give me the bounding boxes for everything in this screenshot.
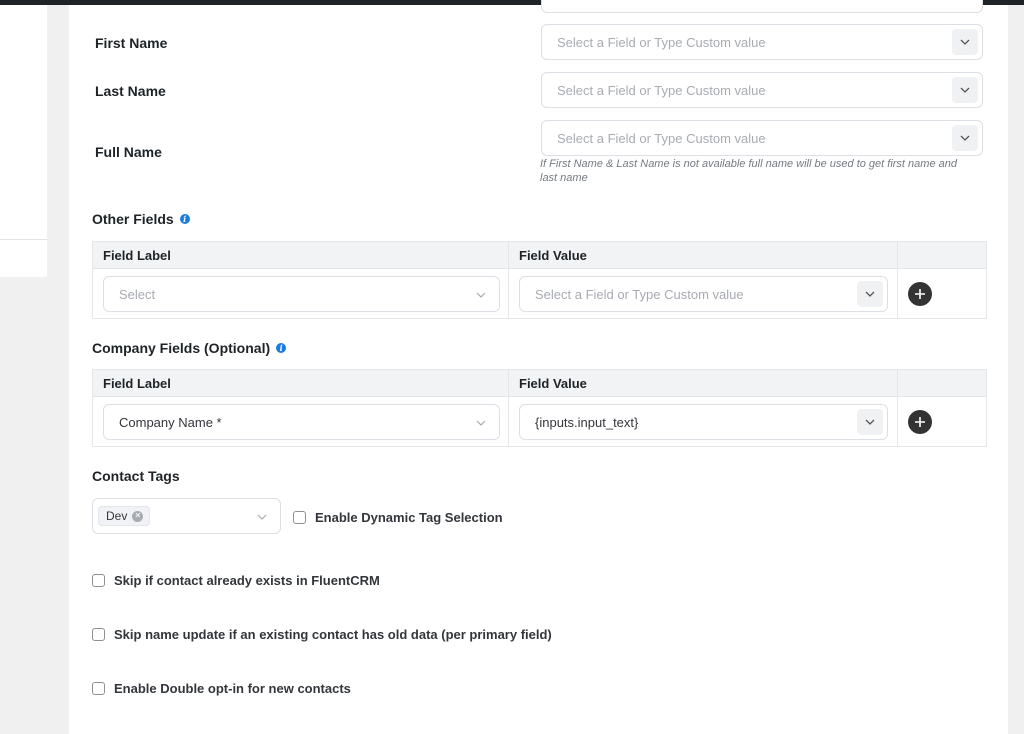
chevron-down-icon (475, 417, 487, 429)
dynamic-tag-label: Enable Dynamic Tag Selection (315, 510, 503, 525)
full-name-placeholder: Select a Field or Type Custom value (557, 130, 766, 146)
label-cell: Select (92, 268, 509, 319)
last-name-label: Last Name (95, 83, 166, 99)
col-field-value: Field Value (508, 241, 898, 269)
company-field-label-value: Company Name * (119, 414, 222, 430)
full-name-select[interactable]: Select a Field or Type Custom value (541, 120, 983, 156)
help-line-1: If First Name & Last Name is not availab… (540, 158, 957, 170)
divider (0, 239, 47, 240)
chevron-down-icon (256, 511, 268, 523)
value-cell: {inputs.input_text} (508, 396, 898, 447)
action-cell (897, 268, 987, 319)
table-row: Company Name * {inputs.input_text} (92, 396, 987, 447)
company-fields-title: Company Fields (Optional) i (92, 340, 287, 356)
other-field-value-placeholder: Select a Field or Type Custom value (535, 286, 744, 302)
skip-existing-checkbox[interactable] (92, 574, 105, 587)
last-name-select[interactable]: Select a Field or Type Custom value (541, 72, 983, 108)
tag-chip-label: Dev (106, 509, 128, 523)
company-field-value-select[interactable]: {inputs.input_text} (519, 404, 888, 440)
plus-circle-icon[interactable] (908, 410, 932, 434)
other-field-label-select[interactable]: Select (103, 276, 500, 312)
full-name-help: If First Name & Last Name is not availab… (540, 157, 990, 185)
contact-tags-title: Contact Tags (92, 468, 180, 484)
double-optin-label: Enable Double opt-in for new contacts (114, 681, 351, 696)
skip-name-update-label: Skip name update if an existing contact … (114, 627, 552, 642)
first-name-label: First Name (95, 35, 168, 51)
table-header: Field Label Field Value (92, 369, 987, 397)
first-name-select[interactable]: Select a Field or Type Custom value (541, 24, 983, 60)
action-cell (897, 396, 987, 447)
side-panel (0, 5, 47, 277)
skip-name-update-checkbox[interactable] (92, 628, 105, 641)
col-field-value: Field Value (508, 369, 898, 397)
col-field-label: Field Label (92, 369, 509, 397)
previous-field-select[interactable] (541, 0, 983, 13)
tag-chip: Dev ✕ (98, 506, 151, 526)
skip-existing-label: Skip if contact already exists in Fluent… (114, 573, 380, 588)
table-header: Field Label Field Value (92, 241, 987, 269)
other-fields-title-text: Other Fields (92, 211, 174, 227)
skip-name-update-option[interactable]: Skip name update if an existing contact … (92, 627, 552, 642)
chevron-down-icon[interactable] (952, 29, 978, 55)
company-field-value-text: {inputs.input_text} (535, 414, 639, 430)
company-field-label-select[interactable]: Company Name * (103, 404, 500, 440)
other-field-value-select[interactable]: Select a Field or Type Custom value (519, 276, 888, 312)
other-fields-title: Other Fields i (92, 211, 190, 227)
info-icon[interactable]: i (179, 214, 190, 224)
main-panel: First Name Select a Field or Type Custom… (69, 0, 1008, 734)
skip-existing-option[interactable]: Skip if contact already exists in Fluent… (92, 573, 380, 588)
last-name-placeholder: Select a Field or Type Custom value (557, 82, 766, 98)
label-cell: Company Name * (92, 396, 509, 447)
chevron-down-icon[interactable] (857, 281, 883, 307)
other-fields-table: Field Label Field Value Select Select a … (92, 241, 987, 319)
double-optin-option[interactable]: Enable Double opt-in for new contacts (92, 681, 351, 696)
plus-circle-icon[interactable] (908, 282, 932, 306)
full-name-label: Full Name (95, 144, 162, 160)
col-actions (897, 369, 987, 397)
info-icon[interactable]: i (276, 343, 287, 353)
table-row: Select Select a Field or Type Custom val… (92, 268, 987, 319)
col-field-label: Field Label (92, 241, 509, 269)
value-cell: Select a Field or Type Custom value (508, 268, 898, 319)
dynamic-tag-checkbox[interactable] (293, 511, 306, 524)
contact-tags-select[interactable]: Dev ✕ (92, 498, 281, 534)
chevron-down-icon[interactable] (952, 77, 978, 103)
first-name-placeholder: Select a Field or Type Custom value (557, 34, 766, 50)
other-field-label-placeholder: Select (119, 286, 156, 302)
chevron-down-icon[interactable] (952, 125, 978, 151)
col-actions (897, 241, 987, 269)
chevron-down-icon[interactable] (857, 409, 883, 435)
company-fields-title-text: Company Fields (Optional) (92, 340, 271, 356)
chevron-down-icon (475, 289, 487, 301)
close-icon[interactable]: ✕ (132, 510, 144, 522)
dynamic-tag-option[interactable]: Enable Dynamic Tag Selection (293, 510, 503, 525)
help-line-2: last name (540, 172, 588, 184)
company-fields-table: Field Label Field Value Company Name * {… (92, 369, 987, 447)
double-optin-checkbox[interactable] (92, 682, 105, 695)
